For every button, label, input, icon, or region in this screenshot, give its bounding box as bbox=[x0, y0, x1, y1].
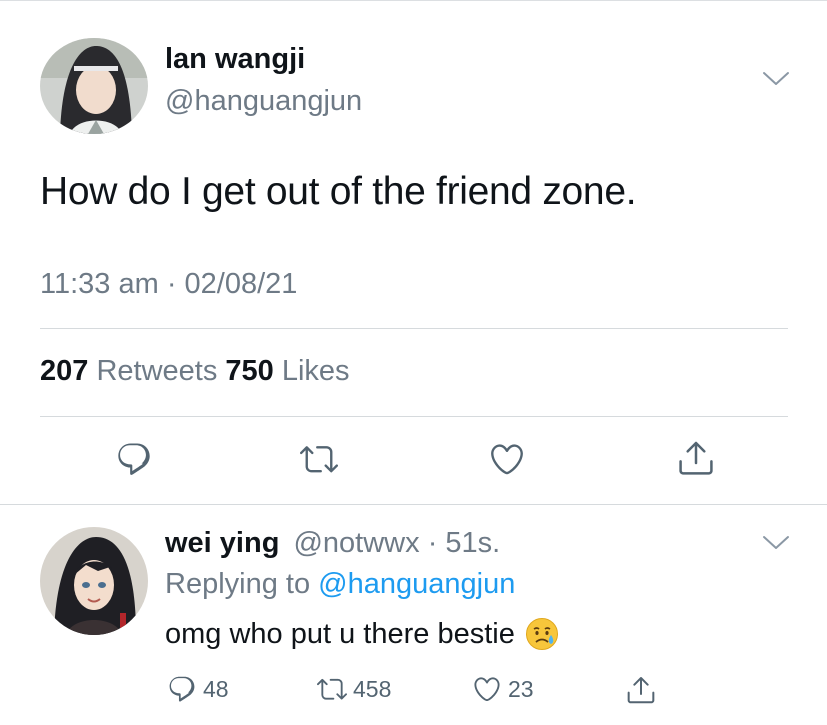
retweets-count[interactable]: 207 bbox=[40, 355, 88, 387]
lan-wangji-avatar[interactable] bbox=[40, 38, 148, 134]
replying-to-label: Replying to bbox=[165, 568, 311, 600]
divider bbox=[40, 416, 788, 417]
author-name[interactable]: lan wangji bbox=[165, 43, 305, 76]
share-button[interactable] bbox=[676, 438, 716, 478]
reply-icon bbox=[169, 676, 195, 702]
replying-to: Replying to @hanguangjun bbox=[165, 568, 515, 601]
divider bbox=[40, 328, 788, 329]
reply-like-button[interactable]: 23 bbox=[472, 674, 534, 704]
replying-to-handle[interactable]: @hanguangjun bbox=[318, 568, 515, 600]
retweet-icon bbox=[300, 446, 338, 473]
chevron-down-icon[interactable] bbox=[762, 71, 790, 87]
reply-text: omg who put u there bestie bbox=[165, 617, 515, 650]
retweets-label[interactable]: Retweets bbox=[96, 355, 217, 387]
author-handle[interactable]: @hanguangjun bbox=[165, 85, 362, 118]
like-icon bbox=[474, 677, 500, 702]
reply-share-button[interactable] bbox=[625, 674, 657, 706]
retweet-button[interactable] bbox=[300, 440, 338, 478]
reply-icon bbox=[118, 443, 150, 475]
tweet-timestamp[interactable]: 11:33 am · 02/08/21 bbox=[40, 268, 297, 301]
wei-ying-avatar[interactable] bbox=[40, 527, 148, 635]
reply-author-handle[interactable]: @notwwx bbox=[293, 527, 419, 559]
reply-retweet-button[interactable]: 458 bbox=[317, 674, 391, 704]
likes-label[interactable]: Likes bbox=[282, 355, 350, 387]
reply-text-row: omg who put u there bestie bbox=[165, 617, 559, 651]
reply-count: 48 bbox=[203, 675, 229, 702]
like-icon bbox=[491, 444, 523, 475]
reply-reply-button[interactable]: 48 bbox=[167, 674, 229, 704]
tweet-stats: 207 Retweets 750 Likes bbox=[40, 355, 350, 388]
retweet-count: 458 bbox=[353, 675, 392, 702]
share-icon bbox=[679, 441, 713, 475]
likes-count[interactable]: 750 bbox=[225, 355, 273, 387]
retweet-icon bbox=[317, 678, 347, 700]
reply-button[interactable] bbox=[115, 440, 153, 478]
top-divider bbox=[0, 0, 827, 1]
chevron-down-icon[interactable] bbox=[762, 535, 790, 551]
reply-time[interactable]: · 51s. bbox=[428, 527, 501, 559]
like-button[interactable] bbox=[488, 440, 526, 478]
share-icon bbox=[627, 677, 655, 704]
crying-face-emoji bbox=[525, 618, 558, 650]
reply-author-name[interactable]: wei ying bbox=[165, 527, 279, 559]
like-count: 23 bbox=[508, 675, 534, 702]
reply-header: wei ying @notwwx · 51s. bbox=[165, 527, 500, 560]
divider bbox=[0, 504, 827, 505]
tweet-text: How do I get out of the friend zone. bbox=[40, 170, 637, 213]
